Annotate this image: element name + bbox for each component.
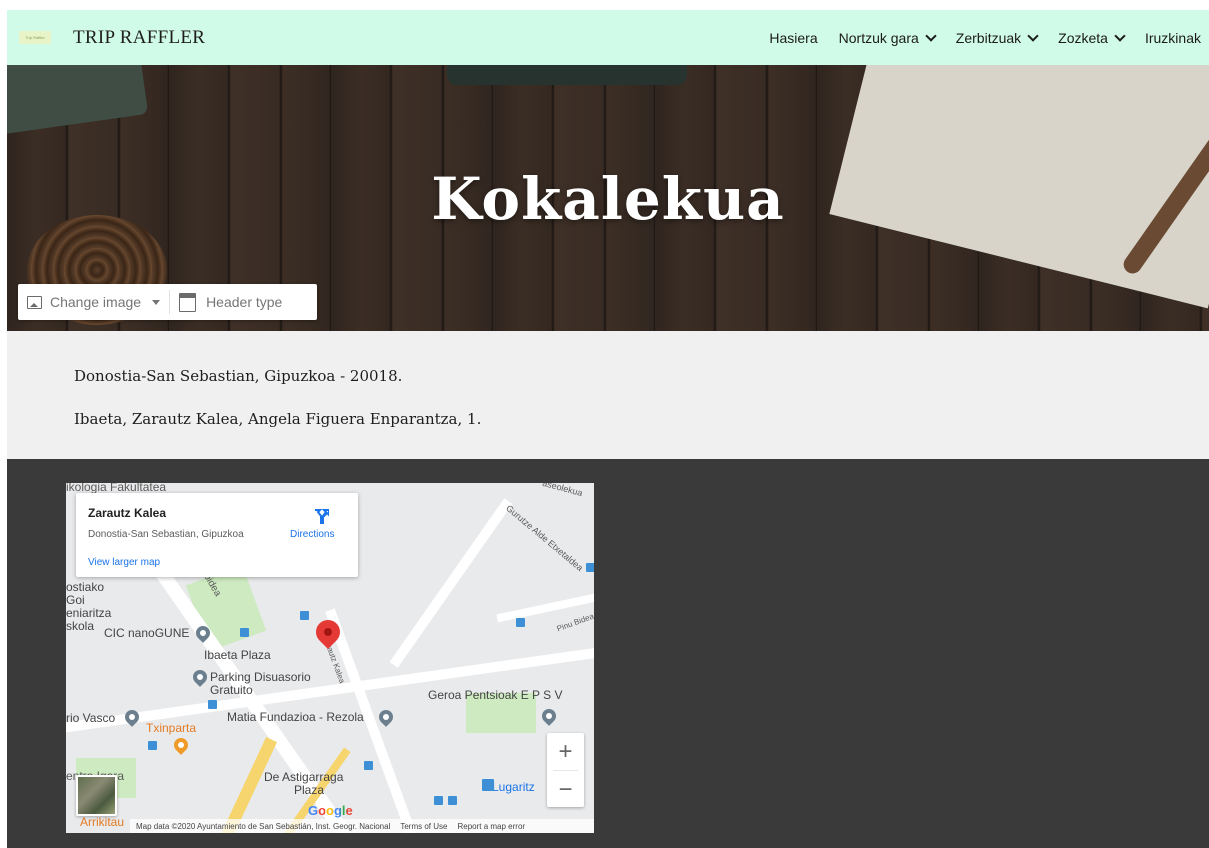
map-label-txinparta: Txinparta — [146, 721, 197, 735]
header-type-button[interactable]: Header type — [170, 284, 291, 320]
top-navbar: Trip Raffler TRIP RAFFLER Hasiera Nortzu… — [7, 10, 1209, 65]
map-label: Pinu Bidea — [555, 611, 594, 634]
directions-link[interactable]: Directions — [290, 529, 334, 540]
place-subtitle: Donostia-San Sebastian, Gipuzkoa — [88, 529, 244, 540]
chevron-down-icon — [925, 29, 937, 42]
caret-down-icon — [152, 299, 161, 305]
map-label: Plaza — [294, 783, 325, 797]
map-road — [389, 498, 513, 668]
restaurant-icon[interactable] — [171, 735, 191, 755]
map-label-parking: Gratuito — [210, 683, 253, 697]
hero-header: Kokalekua Change image Header type — [7, 65, 1209, 331]
map-label: Gurutze Alde Etxetaldea — [504, 502, 585, 574]
header-editor-toolbar: Change image Header type — [18, 284, 317, 320]
map-label-lugaritz: Lugaritz — [492, 780, 535, 794]
nav-item-hasiera[interactable]: Hasiera — [769, 30, 817, 46]
map-label-ibaeta-plaza: Ibaeta Plaza — [204, 648, 271, 662]
brand-logo[interactable]: Trip Raffler — [19, 31, 51, 44]
train-station-icon[interactable] — [482, 779, 494, 791]
satellite-toggle-button[interactable] — [76, 775, 117, 816]
map-label-geroa: Geroa Pentsioak E P S V — [428, 688, 563, 702]
address-section: Donostia-San Sebastian, Gipuzkoa - 20018… — [7, 331, 1209, 459]
image-icon — [27, 295, 42, 309]
map-label: eniaritza — [66, 606, 112, 620]
hero-decor-tablet — [447, 65, 687, 85]
chevron-down-icon — [1114, 29, 1126, 42]
bus-stop-icon[interactable] — [300, 611, 309, 620]
page-frame: Trip Raffler TRIP RAFFLER Hasiera Nortzu… — [7, 10, 1209, 848]
bus-stop-icon[interactable] — [516, 618, 525, 627]
map-label-parking: Parking Disuasorio — [210, 670, 311, 684]
map-label: Goi — [66, 593, 85, 607]
map-label: rio Vasco — [66, 711, 116, 725]
header-layout-icon — [179, 292, 197, 312]
map-poi-icon[interactable] — [376, 707, 396, 727]
page-title: Kokalekua — [431, 165, 785, 233]
bus-stop-icon[interactable] — [364, 761, 373, 770]
directions-icon[interactable] — [313, 508, 329, 524]
brand-name[interactable]: TRIP RAFFLER — [73, 27, 205, 49]
terms-of-use-link[interactable]: Terms of Use — [400, 822, 447, 831]
bus-stop-icon[interactable] — [448, 796, 457, 805]
bus-stop-icon[interactable] — [434, 796, 443, 805]
report-map-error-link[interactable]: Report a map error — [457, 822, 525, 831]
map-label-nanogune: CIC nanoGUNE — [104, 626, 190, 640]
change-image-button[interactable]: Change image — [18, 284, 169, 320]
map-label: aseolekua — [541, 483, 584, 499]
zoom-out-button[interactable]: − — [547, 771, 584, 808]
place-title: Zarautz Kalea — [88, 506, 167, 520]
map-label: Arrikitau — [80, 815, 125, 829]
google-logo: Google — [308, 803, 353, 818]
zoom-in-button[interactable]: + — [547, 733, 584, 770]
bus-stop-icon[interactable] — [208, 700, 217, 709]
nav-item-nortzuk-gara[interactable]: Nortzuk gara — [839, 29, 937, 46]
map-place-card: Zarautz Kalea Donostia-San Sebastian, Gi… — [76, 493, 358, 577]
nav-item-zerbitzuak[interactable]: Zerbitzuak — [956, 29, 1039, 46]
map-data-credit: Map data ©2020 Ayuntamiento de San Sebas… — [136, 821, 391, 831]
address-line-city: Donostia-San Sebastian, Gipuzkoa - 20018… — [74, 367, 403, 385]
map-poi-icon[interactable] — [190, 667, 210, 687]
address-line-street: Ibaeta, Zarautz Kalea, Angela Figuera En… — [74, 410, 482, 428]
map-label-matia: Matia Fundazioa - Rezola — [227, 710, 364, 724]
map-attribution-bar: Map data ©2020 Ayuntamiento de San Sebas… — [130, 819, 594, 833]
hero-decor-book — [7, 65, 149, 136]
map-zoom-control: + − — [547, 733, 584, 807]
map-label: ostiako — [66, 580, 105, 594]
chevron-down-icon — [1027, 29, 1039, 42]
embedded-map[interactable]: ikologia Fakultatea aseolekua Gurutze Al… — [66, 483, 594, 833]
view-larger-map-link[interactable]: View larger map — [88, 557, 160, 568]
map-label: De Astigarraga — [264, 770, 344, 784]
map-poi-icon[interactable] — [539, 706, 559, 726]
nav-menu: Hasiera Nortzuk gara Zerbitzuak Zozketa … — [748, 10, 1201, 65]
bus-stop-icon[interactable] — [586, 563, 594, 572]
nav-item-zozketa[interactable]: Zozketa — [1058, 29, 1126, 46]
bus-stop-icon[interactable] — [148, 741, 157, 750]
bus-stop-icon[interactable] — [240, 628, 249, 637]
nav-item-iruzkinak[interactable]: Iruzkinak — [1145, 30, 1201, 46]
map-label: skola — [66, 619, 95, 633]
